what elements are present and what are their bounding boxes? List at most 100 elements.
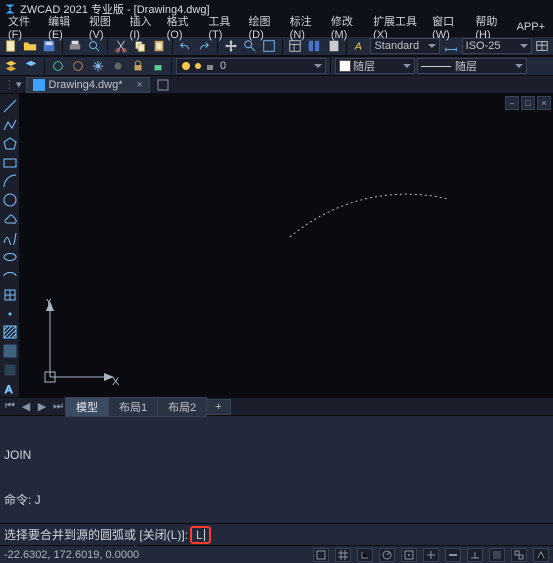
coordinates: -22.6302, 172.6019, 0.0000	[4, 549, 139, 561]
layer-off-button[interactable]	[109, 57, 127, 75]
doc-tab-label: Drawing4.dwg*	[49, 79, 123, 91]
linetype-select[interactable]: 随层	[417, 58, 527, 74]
text-style-select[interactable]: Standard	[370, 38, 440, 54]
cycle-toggle[interactable]	[511, 548, 527, 562]
command-input-text: L	[196, 528, 203, 542]
lwt-toggle[interactable]	[445, 548, 461, 562]
snap-toggle[interactable]	[313, 548, 329, 562]
dim-style-select[interactable]: ISO-25	[462, 38, 532, 54]
circle-tool[interactable]	[2, 192, 18, 208]
cmd-line: JOIN	[4, 448, 549, 463]
undo-button[interactable]	[177, 37, 194, 55]
menu-app[interactable]: APP+	[513, 20, 549, 34]
ellipse-arc-tool[interactable]	[2, 268, 18, 284]
copy-button[interactable]	[131, 37, 148, 55]
svg-text:X: X	[112, 376, 120, 388]
layer-manager-button[interactable]	[2, 57, 20, 75]
dwg-file-icon	[33, 79, 45, 91]
block-tool[interactable]	[2, 287, 18, 303]
tab-layout2[interactable]: 布局2	[157, 397, 207, 417]
drawing-canvas[interactable]: – □ × Y X	[20, 94, 553, 397]
cmd-line: 命令: J	[4, 493, 549, 508]
tab-layout1[interactable]: 布局1	[108, 397, 158, 417]
color-value: 随层	[353, 58, 375, 74]
new-button[interactable]	[2, 37, 19, 55]
print-button[interactable]	[67, 37, 84, 55]
model-toggle[interactable]	[489, 548, 505, 562]
layer-select[interactable]: 0	[176, 58, 326, 74]
polar-toggle[interactable]	[379, 548, 395, 562]
otrack-toggle[interactable]	[423, 548, 439, 562]
command-history[interactable]: JOIN 命令: J JOIN 选择源对象或要一次合并的多个对象: 找到 1 个…	[0, 416, 553, 523]
text-style-value: Standard	[374, 40, 419, 52]
design-center-button[interactable]	[306, 37, 323, 55]
dyn-toggle[interactable]	[467, 548, 483, 562]
ucs-icon: Y X	[40, 299, 120, 389]
command-input-row[interactable]: 选择要合并到源的圆弧或 [关闭(L)]: L	[0, 523, 553, 545]
layer-freeze-button[interactable]	[89, 57, 107, 75]
layer-states-button[interactable]	[22, 57, 40, 75]
save-button[interactable]	[40, 37, 57, 55]
command-window: JOIN 命令: J JOIN 选择源对象或要一次合并的多个对象: 找到 1 个…	[0, 415, 553, 545]
revcloud-tool[interactable]	[2, 211, 18, 227]
cut-button[interactable]	[112, 37, 129, 55]
rect-tool[interactable]	[2, 155, 18, 171]
zoom-button[interactable]	[241, 37, 258, 55]
tab-add-layout[interactable]: +	[206, 399, 230, 415]
arc-tool[interactable]	[2, 174, 18, 190]
open-button[interactable]	[21, 37, 38, 55]
gradient-tool[interactable]	[2, 343, 18, 359]
sun-icon	[192, 60, 204, 72]
draw-toolbar: A	[0, 94, 20, 397]
spline-tool[interactable]	[2, 230, 18, 246]
layer-iso-button[interactable]	[49, 57, 67, 75]
bulb-icon	[180, 60, 192, 72]
tool-palette-button[interactable]	[325, 37, 342, 55]
command-prompt: 选择要合并到源的圆弧或 [关闭(L)]:	[4, 526, 188, 543]
tabs-handle-icon[interactable]: ⋮	[4, 78, 12, 91]
region-tool[interactable]	[2, 362, 18, 378]
pan-button[interactable]	[222, 37, 239, 55]
grid-toggle[interactable]	[335, 548, 351, 562]
table-style-button[interactable]	[534, 37, 551, 55]
hatch-tool[interactable]	[2, 325, 18, 341]
toolbar-layers: 0 随层 随层	[0, 56, 553, 76]
svg-text:Y: Y	[45, 299, 53, 308]
layout-first-icon[interactable]: ⏮	[2, 400, 18, 414]
tabs-dropdown-icon[interactable]: ▾	[16, 78, 22, 91]
zoom-extents-button[interactable]	[260, 37, 277, 55]
tab-model[interactable]: 模型	[65, 397, 109, 417]
ann-toggle[interactable]	[533, 548, 549, 562]
osnap-toggle[interactable]	[401, 548, 417, 562]
doc-tab-drawing4[interactable]: Drawing4.dwg* ×	[26, 77, 150, 93]
dim-style-button[interactable]	[442, 37, 459, 55]
polygon-tool[interactable]	[2, 136, 18, 152]
menubar: 文件(F) 编辑(E) 视图(V) 插入(I) 格式(O) 工具(T) 绘图(D…	[0, 18, 553, 36]
linetype-preview	[421, 66, 451, 67]
color-swatch	[339, 60, 351, 72]
dim-style-value: ISO-25	[466, 40, 501, 52]
doc-tab-close-icon[interactable]: ×	[137, 79, 143, 91]
command-input-highlight: L	[190, 526, 211, 544]
text-tool[interactable]: A	[2, 381, 18, 397]
toolbar-standard: A Standard ISO-25	[0, 36, 553, 56]
layer-lock-button[interactable]	[129, 57, 147, 75]
layer-unlock-button[interactable]	[149, 57, 167, 75]
layout-next-icon[interactable]: ▶	[34, 400, 50, 414]
layout-last-icon[interactable]: ⏭	[50, 400, 66, 414]
color-select[interactable]: 随层	[335, 58, 415, 74]
layout-prev-icon[interactable]: ◀	[18, 400, 34, 414]
doc-tab-new-icon[interactable]	[156, 78, 172, 92]
ellipse-tool[interactable]	[2, 249, 18, 265]
ortho-toggle[interactable]	[357, 548, 373, 562]
pline-tool[interactable]	[2, 117, 18, 133]
paste-button[interactable]	[150, 37, 167, 55]
line-tool[interactable]	[2, 98, 18, 114]
properties-button[interactable]	[287, 37, 304, 55]
statusbar: -22.6302, 172.6019, 0.0000	[0, 545, 553, 563]
point-tool[interactable]	[2, 306, 18, 322]
text-style-button[interactable]: A	[351, 37, 368, 55]
layer-uniso-button[interactable]	[69, 57, 87, 75]
preview-button[interactable]	[86, 37, 103, 55]
redo-button[interactable]	[196, 37, 213, 55]
